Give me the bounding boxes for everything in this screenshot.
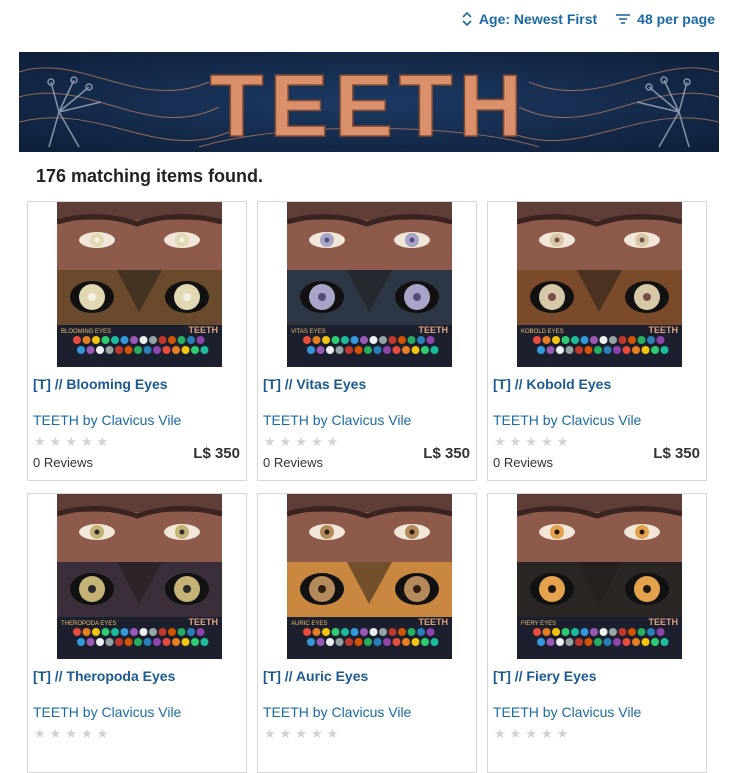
star-icon: ★ <box>540 727 553 742</box>
product-title-link[interactable]: [T] // Vitas Eyes <box>263 376 366 392</box>
product-card[interactable]: AURIC EYES TEETH [T] // Auric Eyes TEETH… <box>257 493 477 773</box>
star-icon: ★ <box>556 727 569 742</box>
product-card[interactable]: VITAS EYES TEETH [T] // Vitas Eyes TEETH… <box>257 201 477 481</box>
product-card[interactable]: FIERY EYES TEETH [T] // Fiery Eyes TEETH… <box>487 493 707 773</box>
star-icon: ★ <box>556 435 569 450</box>
image-caption: FIERY EYES <box>521 621 556 627</box>
rating-stars[interactable]: ★ ★ ★ ★ ★ <box>494 436 568 449</box>
star-icon: ★ <box>295 727 307 742</box>
star-icon: ★ <box>310 435 323 450</box>
review-count[interactable]: 0 Reviews <box>263 455 323 470</box>
star-icon: ★ <box>494 435 506 450</box>
per-page-label: 48 per page <box>637 11 715 27</box>
star-icon: ★ <box>509 435 522 450</box>
store-link[interactable]: TEETH by Clavicus Vile <box>493 412 641 428</box>
star-icon: ★ <box>540 435 553 450</box>
star-icon: ★ <box>326 727 339 742</box>
product-price: L$ 350 <box>653 445 700 462</box>
star-icon: ★ <box>326 435 339 450</box>
product-card[interactable]: KOBOLD EYES TEETH [T] // Kobold Eyes TEE… <box>487 201 707 481</box>
star-icon: ★ <box>279 435 292 450</box>
review-count[interactable]: 0 Reviews <box>33 455 93 470</box>
product-title-link[interactable]: [T] // Fiery Eyes <box>493 668 596 684</box>
product-thumbnail[interactable]: THEROPODA EYES TEETH <box>57 494 222 659</box>
sort-chevron-icon <box>462 12 472 26</box>
star-icon: ★ <box>264 435 276 450</box>
product-title-link[interactable]: [T] // Theropoda Eyes <box>33 668 175 684</box>
star-icon: ★ <box>525 727 537 742</box>
image-brand: TEETH <box>648 325 678 335</box>
image-caption: THEROPODA EYES <box>61 621 116 627</box>
rating-stars[interactable]: ★ ★ ★ ★ ★ <box>34 728 108 741</box>
star-icon: ★ <box>494 727 506 742</box>
star-icon: ★ <box>34 435 46 450</box>
rating-stars[interactable]: ★ ★ ★ ★ ★ <box>264 436 338 449</box>
product-thumbnail[interactable]: FIERY EYES TEETH <box>517 494 682 659</box>
star-icon: ★ <box>49 727 62 742</box>
banner-artwork: TEETH <box>19 52 719 152</box>
sort-label: Age: Newest First <box>478 11 598 27</box>
product-card[interactable]: THEROPODA EYES TEETH [T] // Theropoda Ey… <box>27 493 247 773</box>
star-icon: ★ <box>65 435 77 450</box>
star-icon: ★ <box>295 435 307 450</box>
star-icon: ★ <box>80 727 93 742</box>
sort-dropdown[interactable]: Age: Newest First <box>461 8 597 30</box>
rating-stars[interactable]: ★ ★ ★ ★ ★ <box>34 436 108 449</box>
star-icon: ★ <box>49 435 62 450</box>
image-brand: TEETH <box>188 325 218 335</box>
product-thumbnail[interactable]: AURIC EYES TEETH <box>287 494 452 659</box>
star-icon: ★ <box>525 435 537 450</box>
product-title-link[interactable]: [T] // Auric Eyes <box>263 668 368 684</box>
product-thumbnail[interactable]: BLOOMING EYES TEETH <box>57 202 222 367</box>
star-icon: ★ <box>80 435 93 450</box>
star-icon: ★ <box>310 727 323 742</box>
product-thumbnail[interactable]: VITAS EYES TEETH <box>287 202 452 367</box>
store-link[interactable]: TEETH by Clavicus Vile <box>33 412 181 428</box>
star-icon: ★ <box>509 727 522 742</box>
star-icon: ★ <box>264 727 276 742</box>
rating-stars[interactable]: ★ ★ ★ ★ ★ <box>494 728 568 741</box>
store-link[interactable]: TEETH by Clavicus Vile <box>493 704 641 720</box>
banner-title: TEETH <box>210 56 528 152</box>
image-brand: TEETH <box>648 617 678 627</box>
star-icon: ★ <box>279 727 292 742</box>
image-caption: BLOOMING EYES <box>61 329 111 335</box>
star-icon: ★ <box>65 727 77 742</box>
product-price: L$ 350 <box>193 445 240 462</box>
per-page-dropdown[interactable]: 48 per page <box>615 8 715 30</box>
store-link[interactable]: TEETH by Clavicus Vile <box>263 412 411 428</box>
star-icon: ★ <box>96 435 109 450</box>
image-caption: KOBOLD EYES <box>521 329 564 335</box>
image-brand: TEETH <box>418 617 448 627</box>
product-thumbnail[interactable]: KOBOLD EYES TEETH <box>517 202 682 367</box>
image-brand: TEETH <box>418 325 448 335</box>
product-title-link[interactable]: [T] // Blooming Eyes <box>33 376 168 392</box>
review-count[interactable]: 0 Reviews <box>493 455 553 470</box>
image-caption: AURIC EYES <box>291 621 327 627</box>
rating-stars[interactable]: ★ ★ ★ ★ ★ <box>264 728 338 741</box>
filter-lines-icon <box>616 14 631 24</box>
image-brand: TEETH <box>188 617 218 627</box>
results-count: 176 matching items found. <box>36 166 264 186</box>
store-banner: TEETH <box>19 52 719 152</box>
star-icon: ★ <box>96 727 109 742</box>
sort-toolbar: Age: Newest First 48 per page <box>461 8 715 30</box>
star-icon: ★ <box>34 727 46 742</box>
image-caption: VITAS EYES <box>291 329 326 335</box>
product-card[interactable]: BLOOMING EYES TEETH [T] // Blooming Eyes… <box>27 201 247 481</box>
product-price: L$ 350 <box>423 445 470 462</box>
product-title-link[interactable]: [T] // Kobold Eyes <box>493 376 611 392</box>
store-link[interactable]: TEETH by Clavicus Vile <box>263 704 411 720</box>
store-link[interactable]: TEETH by Clavicus Vile <box>33 704 181 720</box>
